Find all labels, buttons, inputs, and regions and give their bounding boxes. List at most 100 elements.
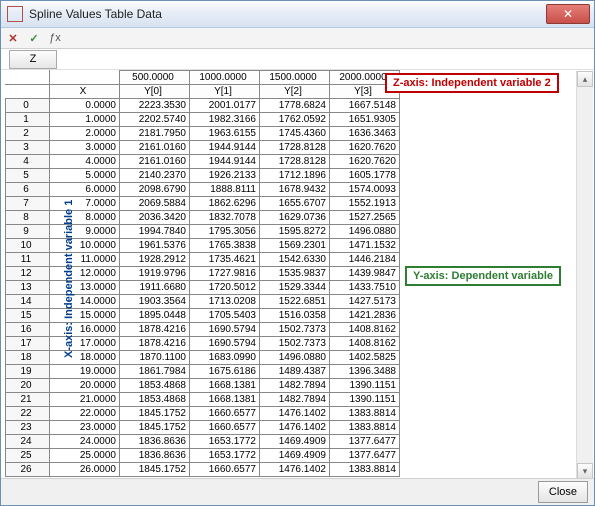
row-index[interactable]: 9 [6, 225, 50, 239]
row-index[interactable]: 22 [6, 407, 50, 421]
y-cell[interactable]: 1502.7373 [260, 337, 330, 351]
y-cell[interactable]: 1795.3056 [190, 225, 260, 239]
row-index[interactable]: 24 [6, 435, 50, 449]
y-cell[interactable]: 1489.4387 [260, 365, 330, 379]
y-cell[interactable]: 1836.8636 [120, 435, 190, 449]
y-cell[interactable]: 1529.3344 [260, 281, 330, 295]
row-index[interactable]: 17 [6, 337, 50, 351]
y-cell[interactable]: 1675.6186 [190, 365, 260, 379]
y-cell[interactable]: 1653.1772 [190, 435, 260, 449]
y-cell[interactable]: 1853.4868 [120, 379, 190, 393]
y-cell[interactable]: 1961.5376 [120, 239, 190, 253]
y-cell[interactable]: 1735.4621 [190, 253, 260, 267]
row-index[interactable]: 8 [6, 211, 50, 225]
y-cell[interactable]: 1878.4216 [120, 323, 190, 337]
y-cell[interactable]: 1888.8111 [190, 183, 260, 197]
y-cell[interactable]: 1651.9305 [330, 113, 400, 127]
x-cell[interactable]: 11.0000 [50, 253, 120, 267]
x-cell[interactable]: 21.0000 [50, 393, 120, 407]
y-cell[interactable]: 2069.5884 [120, 197, 190, 211]
y-cell[interactable]: 1919.9796 [120, 267, 190, 281]
x-cell[interactable]: 2.0000 [50, 127, 120, 141]
y-cell[interactable]: 2140.2370 [120, 169, 190, 183]
y-cell[interactable]: 1870.1100 [120, 351, 190, 365]
y-cell[interactable]: 1377.6477 [330, 449, 400, 463]
y-cell[interactable]: 1390.1151 [330, 393, 400, 407]
y-cell[interactable]: 1944.9144 [190, 141, 260, 155]
x-header[interactable]: X [50, 85, 120, 99]
y-cell[interactable]: 1903.3564 [120, 295, 190, 309]
y-cell[interactable]: 1636.3463 [330, 127, 400, 141]
y-cell[interactable]: 1433.7510 [330, 281, 400, 295]
y-cell[interactable]: 1383.8814 [330, 421, 400, 435]
y-cell[interactable]: 1667.5148 [330, 99, 400, 113]
y-cell[interactable]: 1629.0736 [260, 211, 330, 225]
row-index[interactable]: 11 [6, 253, 50, 267]
close-button[interactable]: Close [538, 481, 588, 503]
y-header[interactable]: Y[0] [120, 85, 190, 99]
row-index[interactable]: 6 [6, 183, 50, 197]
row-index[interactable]: 5 [6, 169, 50, 183]
check-icon[interactable]: ✓ [24, 29, 44, 47]
y-cell[interactable]: 1713.0208 [190, 295, 260, 309]
y-cell[interactable]: 1383.8814 [330, 407, 400, 421]
scroll-down-icon[interactable]: ▾ [577, 463, 593, 479]
x-cell[interactable]: 5.0000 [50, 169, 120, 183]
y-cell[interactable]: 1762.0592 [260, 113, 330, 127]
y-cell[interactable]: 1377.6477 [330, 435, 400, 449]
y-cell[interactable]: 1620.7620 [330, 155, 400, 169]
y-cell[interactable]: 1668.1381 [190, 393, 260, 407]
x-cell[interactable]: 19.0000 [50, 365, 120, 379]
x-cell[interactable]: 22.0000 [50, 407, 120, 421]
y-cell[interactable]: 1944.9144 [190, 155, 260, 169]
y-cell[interactable]: 1476.1402 [260, 421, 330, 435]
y-cell[interactable]: 1408.8162 [330, 337, 400, 351]
y-cell[interactable]: 1595.8272 [260, 225, 330, 239]
y-cell[interactable]: 2036.3420 [120, 211, 190, 225]
y-cell[interactable]: 1535.9837 [260, 267, 330, 281]
y-cell[interactable]: 1502.7373 [260, 323, 330, 337]
y-cell[interactable]: 2161.0160 [120, 155, 190, 169]
y-cell[interactable]: 1845.1752 [120, 407, 190, 421]
y-cell[interactable]: 1496.0880 [330, 225, 400, 239]
x-cell[interactable]: 10.0000 [50, 239, 120, 253]
y-cell[interactable]: 1778.6824 [260, 99, 330, 113]
z-header[interactable]: 500.0000 [120, 71, 190, 85]
y-cell[interactable]: 1574.0093 [330, 183, 400, 197]
row-index[interactable]: 20 [6, 379, 50, 393]
x-cell[interactable]: 18.0000 [50, 351, 120, 365]
y-header[interactable]: Y[2] [260, 85, 330, 99]
y-cell[interactable]: 1516.0358 [260, 309, 330, 323]
y-cell[interactable]: 1683.0990 [190, 351, 260, 365]
y-cell[interactable]: 1476.1402 [260, 407, 330, 421]
y-cell[interactable]: 1712.1896 [260, 169, 330, 183]
y-cell[interactable]: 1728.8128 [260, 141, 330, 155]
y-cell[interactable]: 1402.5825 [330, 351, 400, 365]
y-cell[interactable]: 1926.2133 [190, 169, 260, 183]
y-cell[interactable]: 1853.4868 [120, 393, 190, 407]
y-cell[interactable]: 1605.1778 [330, 169, 400, 183]
y-cell[interactable]: 2223.3530 [120, 99, 190, 113]
y-cell[interactable]: 1728.8128 [260, 155, 330, 169]
y-cell[interactable]: 1396.3488 [330, 365, 400, 379]
row-index[interactable]: 13 [6, 281, 50, 295]
y-cell[interactable]: 1705.5403 [190, 309, 260, 323]
x-cell[interactable]: 16.0000 [50, 323, 120, 337]
row-index[interactable]: 18 [6, 351, 50, 365]
y-cell[interactable]: 1660.6577 [190, 463, 260, 477]
x-cell[interactable]: 17.0000 [50, 337, 120, 351]
x-cell[interactable]: 25.0000 [50, 449, 120, 463]
y-cell[interactable]: 2181.7950 [120, 127, 190, 141]
y-header[interactable]: Y[1] [190, 85, 260, 99]
y-cell[interactable]: 2098.6790 [120, 183, 190, 197]
y-cell[interactable]: 1446.2184 [330, 253, 400, 267]
row-index[interactable]: 25 [6, 449, 50, 463]
x-cell[interactable]: 6.0000 [50, 183, 120, 197]
x-cell[interactable]: 14.0000 [50, 295, 120, 309]
x-cell[interactable]: 8.0000 [50, 211, 120, 225]
y-cell[interactable]: 1963.6155 [190, 127, 260, 141]
y-cell[interactable]: 1928.2912 [120, 253, 190, 267]
y-cell[interactable]: 1994.7840 [120, 225, 190, 239]
y-cell[interactable]: 1690.5794 [190, 323, 260, 337]
y-cell[interactable]: 1482.7894 [260, 379, 330, 393]
